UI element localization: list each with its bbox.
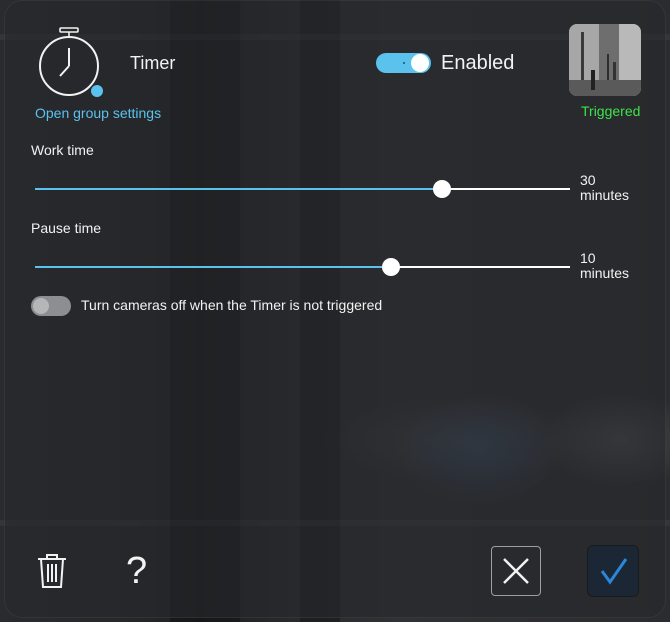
pause-time-fill [35, 266, 391, 268]
trash-icon [38, 554, 66, 588]
work-time-handle[interactable] [432, 180, 451, 198]
toggle-knob [33, 298, 49, 314]
enabled-label: Enabled [441, 52, 515, 74]
confirm-button[interactable] [588, 546, 638, 596]
pause-time-label: Pause time [31, 220, 102, 236]
open-group-settings-link[interactable]: Open group settings [35, 105, 161, 121]
timer-dialog: Timer Open group settings Enabled Trigge… [4, 0, 666, 618]
cameras-off-toggle[interactable] [31, 296, 71, 316]
close-icon [503, 558, 529, 584]
help-button[interactable]: ? [126, 550, 154, 592]
work-time-number: 30 [580, 172, 596, 188]
camera-thumbnail[interactable] [569, 24, 641, 96]
stopwatch-icon [34, 26, 108, 100]
cameras-off-label: Turn cameras off when the Timer is not t… [81, 297, 383, 313]
pause-time-handle[interactable] [381, 258, 400, 276]
work-time-value: 30 minutes [580, 173, 629, 203]
cancel-button[interactable] [491, 546, 541, 596]
pause-time-unit: minutes [580, 265, 630, 281]
enabled-toggle[interactable] [376, 53, 431, 73]
pause-time-slider[interactable] [35, 256, 570, 278]
work-time-fill [35, 188, 442, 190]
pause-time-number: 10 [580, 250, 596, 266]
work-time-unit: minutes [580, 187, 630, 203]
work-time-slider[interactable] [35, 178, 570, 200]
pause-time-value: 10 minutes [580, 251, 629, 281]
work-time-label: Work time [31, 142, 94, 158]
toggle-dot-icon [403, 62, 405, 64]
dialog-title: Timer [130, 53, 176, 73]
delete-button[interactable] [36, 553, 68, 589]
toggle-knob [411, 54, 429, 72]
trigger-status: Triggered [581, 103, 641, 119]
checkmark-icon [600, 558, 628, 585]
